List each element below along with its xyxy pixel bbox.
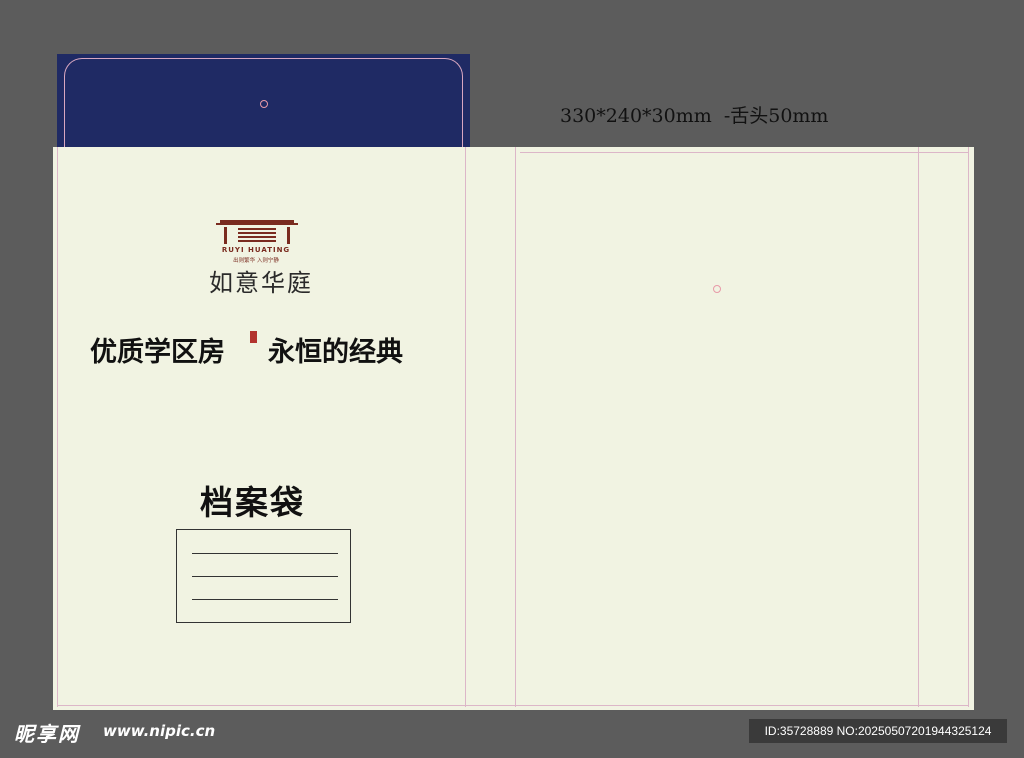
logo-english: RUYI HUATING xyxy=(221,246,291,254)
pavilion-logo-icon xyxy=(216,220,298,244)
label-line xyxy=(192,553,338,554)
fold-line xyxy=(918,147,919,707)
watermark-id: ID:35728889 NO:20250507201944325124 xyxy=(749,719,1007,743)
fold-line xyxy=(57,705,969,706)
string-hole-icon xyxy=(713,285,721,293)
logo-chinese-name: 如意华庭 xyxy=(209,269,313,297)
label-box xyxy=(176,529,351,623)
fold-line xyxy=(465,147,466,707)
watermark-site: 昵享网 xyxy=(14,722,80,746)
document-title: 档案袋 xyxy=(200,483,305,522)
label-line xyxy=(192,599,338,600)
slogan-right: 永恒的经典 xyxy=(268,337,403,368)
watermark-url: www.nipic.cn xyxy=(103,722,216,740)
fold-line xyxy=(57,147,58,707)
dimensions-label: 330*240*30mm -舌头50mm xyxy=(560,105,829,127)
envelope-sheet xyxy=(53,147,974,710)
slogan-left: 优质学区房 xyxy=(90,337,225,368)
string-hole-icon xyxy=(260,100,268,108)
fold-line xyxy=(520,152,968,153)
label-line xyxy=(192,576,338,577)
fold-line xyxy=(515,147,516,707)
red-seal-icon xyxy=(250,331,257,343)
fold-line xyxy=(968,147,969,707)
